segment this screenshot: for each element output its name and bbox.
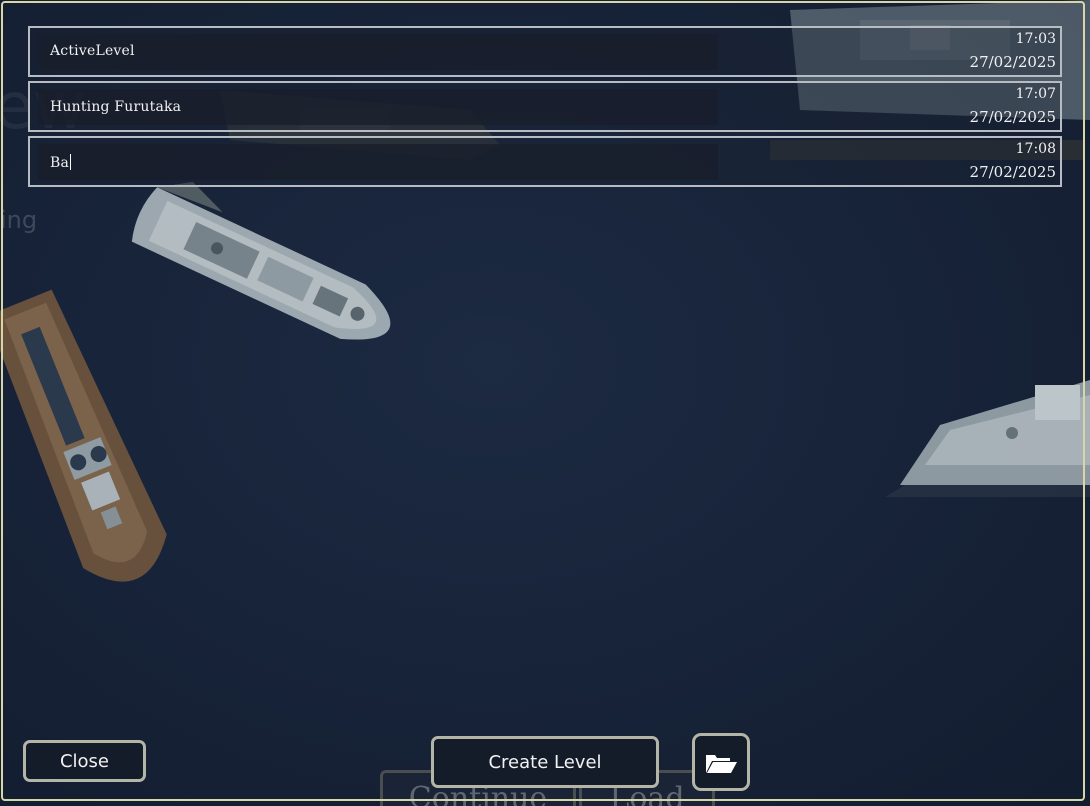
level-name: Hunting Furutaka bbox=[50, 99, 182, 115]
level-row[interactable]: Hunting Furutaka 17:07 27/02/2025 bbox=[28, 81, 1062, 132]
text-caret bbox=[70, 154, 72, 170]
folder-open-icon bbox=[706, 755, 737, 773]
level-row-editing[interactable]: Ba 17:08 27/02/2025 bbox=[28, 136, 1062, 187]
level-name-field[interactable]: ActiveLevel bbox=[38, 34, 718, 70]
level-time: 17:07 bbox=[1015, 86, 1056, 102]
level-name-text: Ba bbox=[50, 155, 70, 171]
level-name-field[interactable]: Hunting Furutaka bbox=[38, 89, 718, 125]
level-date: 27/02/2025 bbox=[969, 163, 1056, 181]
level-time: 17:03 bbox=[1015, 31, 1056, 47]
level-list: ActiveLevel 17:03 27/02/2025 Hunting Fur… bbox=[28, 26, 1062, 191]
create-level-button[interactable]: Create Level bbox=[431, 736, 659, 788]
level-row[interactable]: ActiveLevel 17:03 27/02/2025 bbox=[28, 26, 1062, 77]
level-name: ActiveLevel bbox=[50, 43, 135, 59]
level-name-input[interactable]: Ba bbox=[38, 144, 718, 180]
open-folder-button[interactable] bbox=[692, 733, 750, 791]
close-button[interactable]: Close bbox=[23, 740, 146, 782]
level-time: 17:08 bbox=[1015, 141, 1056, 157]
level-name: Ba bbox=[50, 154, 72, 171]
level-date: 27/02/2025 bbox=[969, 108, 1056, 126]
level-browser-screen: ew ing Continue Load ActiveLevel 17:03 2… bbox=[0, 0, 1090, 806]
level-date: 27/02/2025 bbox=[969, 53, 1056, 71]
